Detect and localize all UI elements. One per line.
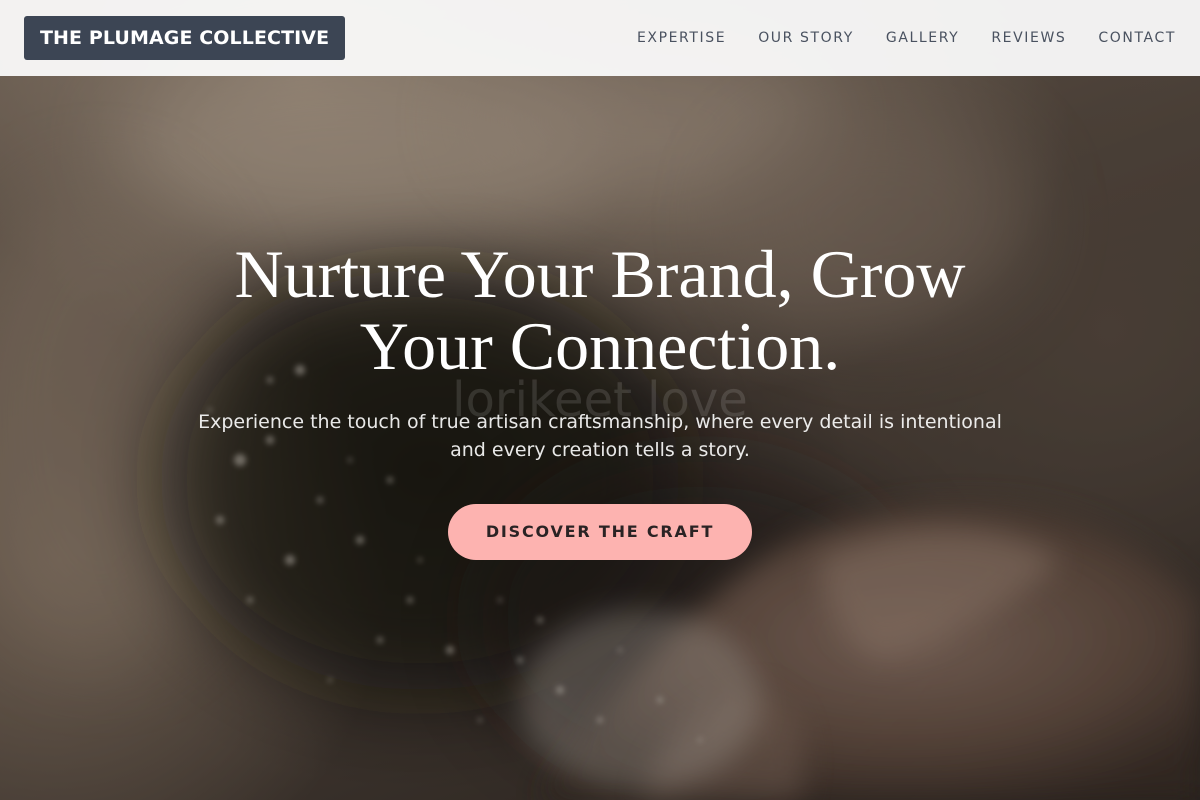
- hero-section: lorikeet love Nurture Your Brand, Grow Y…: [0, 0, 1200, 800]
- hero-subtext: Experience the touch of true artisan cra…: [170, 408, 1030, 464]
- discover-craft-button[interactable]: DISCOVER THE CRAFT: [448, 504, 752, 560]
- nav-item-expertise[interactable]: EXPERTISE: [637, 30, 726, 46]
- nav-item-reviews[interactable]: REVIEWS: [991, 30, 1066, 46]
- site-header: THE PLUMAGE COLLECTIVE EXPERTISE OUR STO…: [0, 0, 1200, 76]
- brand-logo[interactable]: THE PLUMAGE COLLECTIVE: [24, 16, 346, 60]
- nav-item-gallery[interactable]: GALLERY: [886, 30, 959, 46]
- nav-item-our-story[interactable]: OUR STORY: [758, 30, 854, 46]
- main-nav: EXPERTISE OUR STORY GALLERY REVIEWS CONT…: [637, 0, 1176, 76]
- hero-headline: Nurture Your Brand, Grow Your Connection…: [150, 238, 1050, 382]
- nav-item-contact[interactable]: CONTACT: [1098, 30, 1176, 46]
- hero-subtext-line1: Experience the touch of true artisan cra…: [198, 411, 1002, 433]
- hero-subtext-line2: and every creation tells a story.: [450, 439, 750, 461]
- hero-headline-line2: Your Connection.: [359, 308, 841, 384]
- hero-headline-line1: Nurture Your Brand, Grow: [234, 236, 966, 312]
